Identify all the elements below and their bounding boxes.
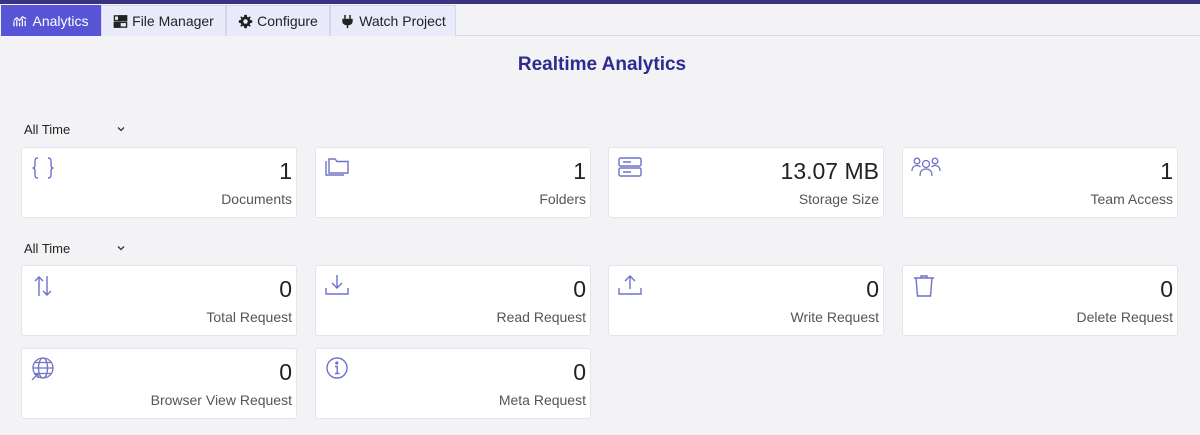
stat-label: Write Request (790, 309, 879, 325)
stat-label: Storage Size (798, 191, 879, 207)
time-range-select[interactable]: All Time (24, 237, 134, 259)
stat-label: Documents (221, 191, 292, 207)
time-range-value: All Time (24, 240, 71, 256)
stat-value: 1 (1160, 158, 1173, 184)
chevron-down-icon (116, 241, 126, 251)
stat-card-write-request: 0 Write Request (608, 265, 884, 336)
stat-value: 0 (573, 359, 586, 385)
stat-label: Team Access (1090, 191, 1173, 207)
stat-card-documents: 1 Documents (21, 147, 297, 218)
folder-icon (324, 155, 350, 181)
stat-value: 0 (1160, 276, 1173, 302)
stat-value: 13.07 MB (780, 158, 879, 184)
stat-card-browser-view-request: 0 Browser View Request (21, 348, 297, 419)
trash-icon (911, 273, 937, 299)
page-title: Realtime Analytics (517, 54, 687, 75)
download-icon (324, 273, 350, 299)
chevron-down-icon (116, 122, 126, 132)
info-icon (324, 356, 350, 382)
stat-card-folders: 1 Folders (315, 147, 591, 218)
file-manager-icon (113, 14, 128, 29)
stat-card-storage-size: 13.07 MB Storage Size (608, 147, 884, 218)
stat-label: Folders (539, 191, 586, 207)
stat-card-total-request: 0 Total Request (21, 265, 297, 336)
stat-value: 0 (279, 359, 292, 385)
gear-icon (238, 14, 253, 29)
tab-configure[interactable]: Configure (226, 5, 330, 36)
tab-label: File Manager (132, 13, 214, 29)
stat-value: 0 (866, 276, 879, 302)
up-down-arrows-icon (30, 273, 56, 299)
stat-card-team-access: 1 Team Access (902, 147, 1178, 218)
stat-label: Meta Request (498, 392, 586, 408)
stat-value: 0 (279, 276, 292, 302)
stat-value: 0 (573, 276, 586, 302)
stat-card-read-request: 0 Read Request (315, 265, 591, 336)
stat-card-delete-request: 0 Delete Request (902, 265, 1178, 336)
stat-label: Browser View Request (150, 392, 292, 408)
braces-icon (30, 155, 56, 181)
tab-file-manager[interactable]: File Manager (101, 5, 226, 36)
server-icon (617, 155, 643, 181)
stat-label: Delete Request (1076, 309, 1173, 325)
tab-analytics[interactable]: Analytics (1, 5, 101, 36)
tab-watch-project[interactable]: Watch Project (330, 5, 456, 36)
stat-value: 1 (279, 158, 292, 184)
stat-label: Read Request (496, 309, 586, 325)
tab-bar: Analytics File Manager Configure Watch P… (0, 4, 1200, 36)
time-range-select[interactable]: All Time (24, 118, 134, 140)
stat-card-meta-request: 0 Meta Request (315, 348, 591, 419)
time-range-value: All Time (24, 121, 71, 137)
plug-icon (340, 14, 355, 29)
globe-icon (30, 356, 56, 382)
tab-label: Configure (257, 13, 318, 29)
tab-label: Analytics (32, 13, 89, 29)
team-icon (911, 155, 941, 181)
upload-icon (617, 273, 643, 299)
stat-label: Total Request (206, 309, 292, 325)
analytics-chart-icon (13, 14, 28, 29)
tab-label: Watch Project (359, 13, 446, 29)
stat-value: 1 (573, 158, 586, 184)
